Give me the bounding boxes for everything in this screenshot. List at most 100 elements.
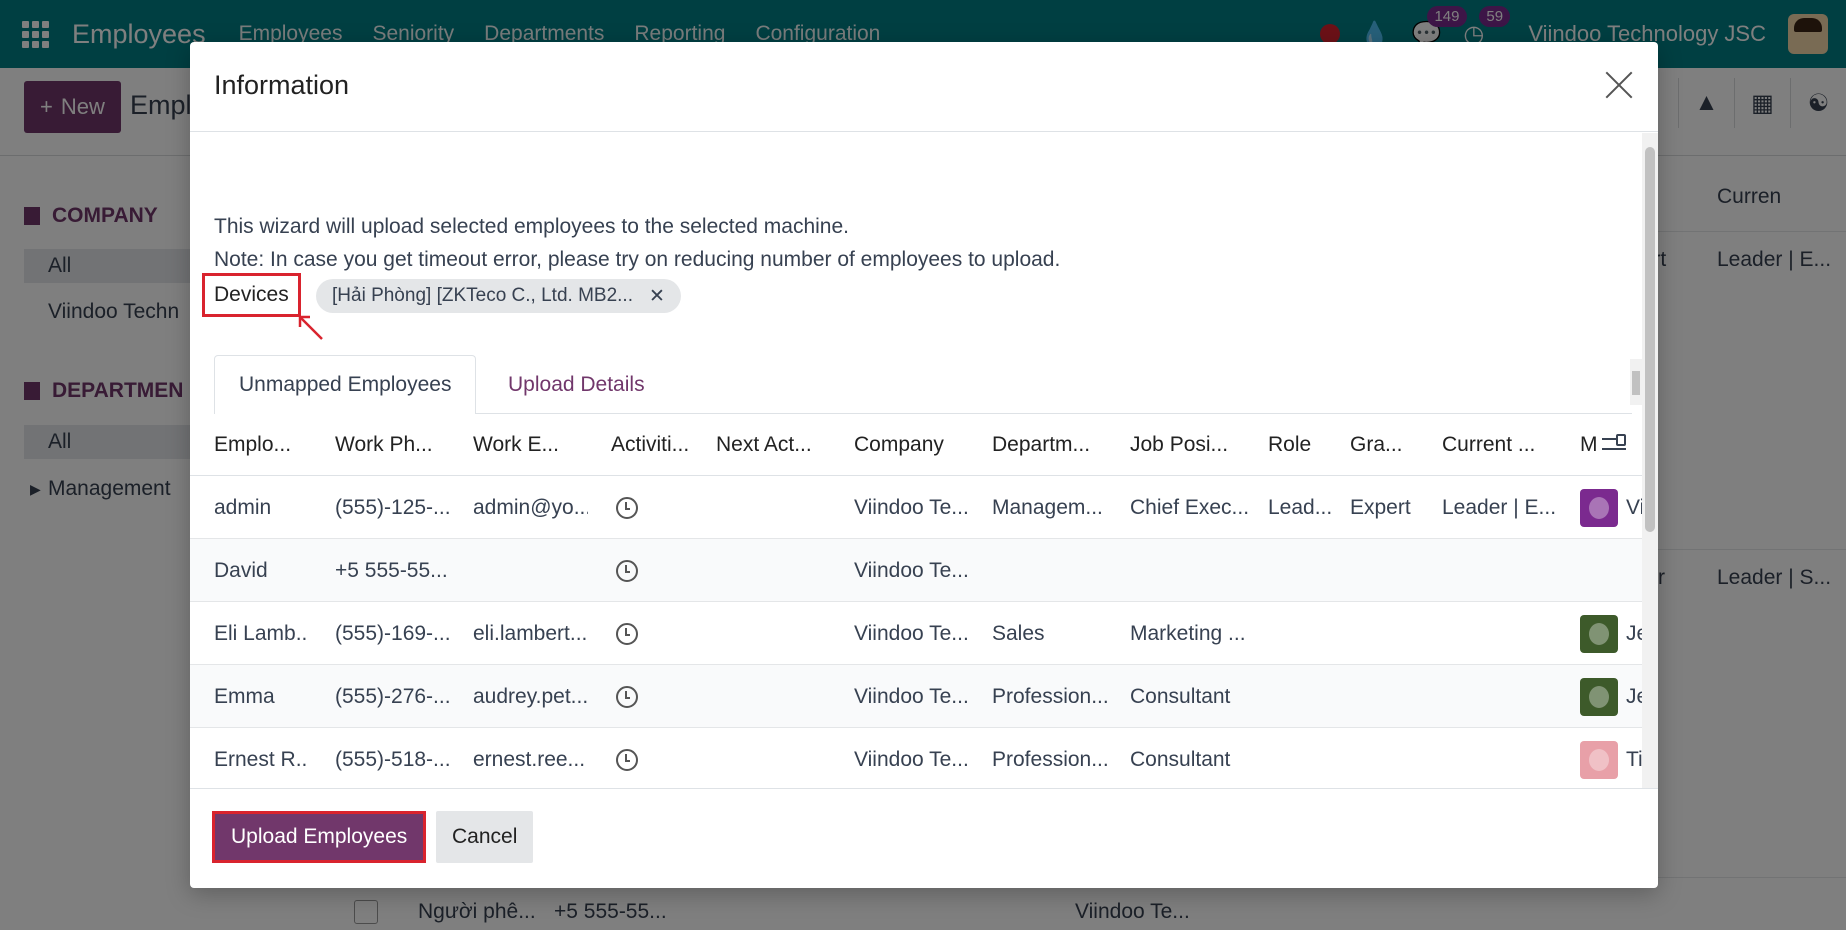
activity-clock-icon[interactable] [616, 685, 638, 708]
manager-widget[interactable]: Vi [1580, 488, 1642, 527]
cell-activity[interactable] [616, 602, 656, 665]
column-current[interactable]: Current ... [1442, 414, 1557, 476]
cell-work-phone: (555)-169-... [335, 621, 450, 645]
tab-unmapped-employees[interactable]: Unmapped Employees [214, 355, 477, 415]
cell-activity[interactable] [616, 665, 656, 728]
cell-department [992, 539, 1107, 602]
cell-company: Viindoo Te... [854, 558, 969, 582]
column-role[interactable]: Role [1268, 414, 1338, 476]
optional-columns-icon[interactable] [1602, 432, 1630, 456]
cell-role [1268, 665, 1338, 728]
table-row[interactable]: Emma (555)-276-... audrey.pet... Viindoo Te… [190, 665, 1642, 728]
manager-widget[interactable]: Je [1580, 677, 1642, 716]
manager-widget[interactable]: Ti [1580, 740, 1642, 779]
dialog-scrollbar[interactable] [1642, 133, 1658, 788]
cell-work-email: audrey.pet... [473, 684, 588, 708]
manager-avatar [1580, 614, 1618, 653]
table-row[interactable]: Eli Lamb... (555)-169-... eli.lambert... Vi… [190, 602, 1642, 665]
column-company[interactable]: Company [854, 414, 969, 476]
table-row[interactable]: Ernest R... (555)-518-... ernest.ree... Vii… [190, 728, 1642, 788]
cell-work-phone: (555)-518-... [335, 747, 450, 771]
cell-manager [1580, 539, 1642, 602]
cell-activity[interactable] [616, 728, 656, 788]
cell-work-phone: +5 555-55... [335, 558, 448, 582]
manager-name: Je [1626, 621, 1642, 645]
cell-grade [1350, 539, 1425, 602]
cell-job-position: Consultant [1130, 747, 1231, 771]
cell-grade [1350, 728, 1425, 788]
cell-work-email: ernest.ree... [473, 747, 586, 771]
activity-clock-icon[interactable] [616, 496, 638, 519]
dialog-scrollbar-thumb[interactable] [1645, 147, 1655, 532]
cell-role [1268, 728, 1338, 788]
cell-employee: admin [214, 495, 272, 519]
dialog-header: Information [190, 42, 1658, 132]
cell-work-email: eli.lambert... [473, 621, 588, 645]
cell-job-position: Consultant [1130, 684, 1231, 708]
cell-role [1268, 602, 1338, 665]
unmapped-employees-table: Emplo... Work Ph... Work E... Activiti..… [190, 414, 1642, 788]
manager-name: Je [1626, 684, 1642, 708]
cell-department: Profession... [992, 684, 1107, 708]
cell-activity[interactable] [616, 476, 656, 539]
manager-widget[interactable]: Je [1580, 614, 1642, 653]
inner-scrollbar-thumb[interactable] [1632, 371, 1640, 395]
wizard-description: This wizard will upload selected employe… [214, 215, 849, 238]
column-grade[interactable]: Gra... [1350, 414, 1420, 476]
cell-current [1442, 665, 1557, 728]
cell-role [1268, 539, 1338, 602]
cell-work-email [473, 539, 588, 602]
manager-avatar [1580, 488, 1618, 527]
dialog-footer: Upload Employees Cancel [190, 788, 1658, 888]
cell-grade [1350, 602, 1425, 665]
cell-employee: Ernest R... [214, 747, 309, 771]
column-department[interactable]: Departm... [992, 414, 1107, 476]
activity-clock-icon[interactable] [616, 748, 638, 771]
close-icon[interactable] [1604, 70, 1634, 100]
cell-grade: Expert [1350, 495, 1411, 519]
table-row[interactable]: David +5 555-55... Viindoo Te... [190, 539, 1642, 602]
notebook-tabs: Unmapped Employees Upload Details [214, 355, 1632, 415]
remove-tag-icon[interactable]: ✕ [649, 285, 665, 308]
activity-clock-icon[interactable] [616, 622, 638, 645]
cell-work-phone: (555)-125-... [335, 495, 450, 519]
cell-employee: Eli Lamb... [214, 621, 309, 645]
column-work-email[interactable]: Work E... [473, 414, 578, 476]
column-activities[interactable]: Activiti... [611, 414, 701, 476]
cell-company: Viindoo Te... [854, 621, 969, 645]
cell-grade [1350, 665, 1425, 728]
information-dialog: Information This wizard will upload sele… [190, 42, 1658, 888]
cell-current [1442, 602, 1557, 665]
cell-department: Profession... [992, 747, 1107, 771]
cell-manager: Je [1580, 602, 1642, 665]
column-work-phone[interactable]: Work Ph... [335, 414, 440, 476]
cell-job-position [1130, 539, 1255, 602]
device-tag[interactable]: [Hải Phòng] [ZKTeco C., Ltd. MB2... ✕ [316, 279, 681, 313]
cell-job-position: Chief Exec... [1130, 495, 1250, 519]
cell-activity[interactable] [616, 539, 656, 602]
activity-clock-icon[interactable] [616, 559, 638, 582]
device-tag-label: [Hải Phòng] [ZKTeco C., Ltd. MB2... [332, 285, 633, 306]
upload-employees-button[interactable]: Upload Employees [212, 811, 427, 863]
inner-scrollbar[interactable] [1630, 359, 1642, 405]
tab-upload-details[interactable]: Upload Details [484, 355, 669, 414]
column-job-position[interactable]: Job Posi... [1130, 414, 1245, 476]
cell-department: Managem... [992, 495, 1103, 519]
dialog-body: This wizard will upload selected employe… [190, 133, 1658, 788]
table-row[interactable]: admin (555)-125-... admin@yo... Viindoo Te.… [190, 476, 1642, 539]
cell-company: Viindoo Te... [854, 684, 969, 708]
manager-avatar [1580, 677, 1618, 716]
annotation-arrow-icon [298, 315, 323, 340]
column-employee[interactable]: Emplo... [214, 414, 309, 476]
cell-employee: Emma [214, 684, 275, 708]
cell-employee: David [214, 558, 268, 582]
column-next-activity[interactable]: Next Act... [716, 414, 831, 476]
cell-company: Viindoo Te... [854, 495, 969, 519]
manager-name: Vi [1626, 495, 1642, 519]
cell-current [1442, 728, 1557, 788]
manager-name: Ti [1626, 747, 1642, 771]
cell-work-phone: (555)-276-... [335, 684, 450, 708]
cell-current [1442, 539, 1557, 602]
table-header: Emplo... Work Ph... Work E... Activiti..… [190, 414, 1642, 476]
cancel-button[interactable]: Cancel [436, 811, 534, 863]
